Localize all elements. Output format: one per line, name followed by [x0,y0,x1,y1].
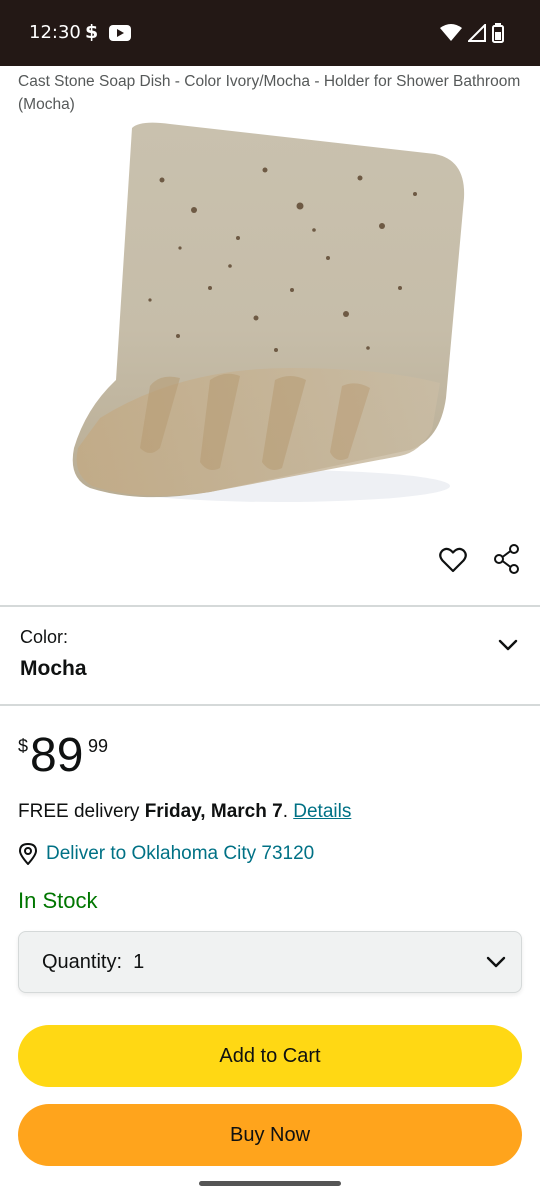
chevron-down-icon [498,639,518,651]
buy-now-button[interactable]: Buy Now [18,1104,522,1166]
share-icon [494,544,519,574]
price-currency: $ [18,736,29,756]
delivery-info: FREE delivery Friday, March 7. Details [18,801,351,823]
share-button[interactable] [491,543,523,575]
status-time: 12:30 [29,22,81,43]
location-text: Deliver to Oklahoma City 73120 [46,843,315,864]
divider [0,704,540,706]
dollar-app-icon: $ [85,21,99,43]
quantity-label: Quantity: [42,951,123,973]
product-image[interactable] [60,118,480,508]
delivery-date: Friday, March 7 [144,801,283,822]
status-bar: 12:30 $ [0,0,540,66]
quantity-selector[interactable]: Quantity: 1 [18,931,522,993]
price-fraction: 99 [88,736,109,756]
price-whole: 89 [30,729,84,782]
battery-icon [492,23,504,43]
delivery-period: . [282,801,294,822]
details-link[interactable]: Details [293,801,351,822]
divider [0,605,540,607]
color-value: Mocha [20,657,87,680]
home-indicator[interactable] [199,1181,341,1186]
product-title[interactable]: Cast Stone Soap Dish - Color Ivory/Mocha… [18,70,523,116]
stock-status: In Stock [18,888,98,913]
quantity-value: 1 [133,951,145,973]
status-icons [440,22,504,44]
location-pin-icon [18,843,38,865]
color-label: Color: [20,627,69,647]
delivery-prefix: FREE delivery [18,801,145,822]
signal-icon [468,24,486,42]
chevron-down-icon [486,956,506,968]
wifi-icon [440,24,462,41]
youtube-icon [109,25,131,41]
add-to-cart-button[interactable]: Add to Cart [18,1025,522,1087]
favorite-button[interactable] [437,544,469,576]
deliver-to-location[interactable]: Deliver to Oklahoma City 73120 [18,843,314,865]
quantity-text: Quantity: 1 [42,951,144,974]
heart-icon [439,547,467,573]
color-selector[interactable]: Color: Mocha [0,608,540,704]
